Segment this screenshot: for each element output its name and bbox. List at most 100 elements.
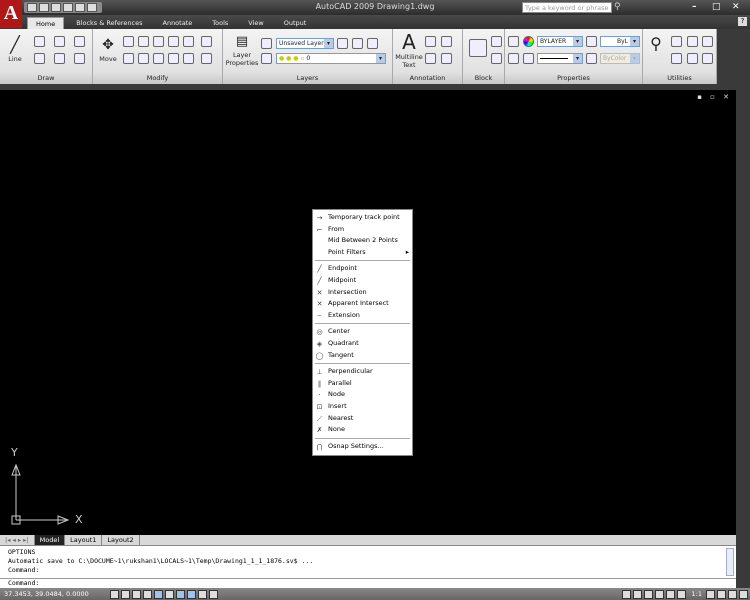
menu-item-extension[interactable]: ┄ Extension [313,310,412,322]
linetype-dropdown[interactable] [537,53,583,64]
undo-icon[interactable] [75,3,85,12]
tab-annotate[interactable]: Annotate [155,17,201,29]
paste-icon[interactable] [671,36,682,47]
cut-icon[interactable] [687,53,698,64]
status-zoom-icon[interactable] [654,589,664,599]
close-icon[interactable]: ✕ [732,2,740,12]
snap-mode-icon[interactable] [110,589,119,599]
scale-icon[interactable] [168,36,179,47]
tab-view[interactable]: View [240,17,271,29]
menu-item-tangent[interactable]: ◯ Tangent [313,350,412,362]
match-properties-icon[interactable] [508,36,519,47]
table-icon[interactable] [425,53,436,64]
steering-wheel-icon[interactable] [665,589,675,599]
menu-item-point-filters[interactable]: Point Filters ▸ [313,247,412,259]
grid-display-icon[interactable] [121,589,130,599]
line-button[interactable]: ╱ Line [4,35,26,63]
search-icon[interactable]: ⚲ [614,2,621,12]
search-input[interactable]: Type a keyword or phrase [522,2,612,13]
select-icon[interactable] [702,53,713,64]
multiline-text-button[interactable]: A Multiline Text [395,31,423,69]
tab-navigation-arrows[interactable]: |◂ ◂ ▸ ▸| [0,535,35,545]
polyline-icon[interactable] [34,36,45,47]
break-icon[interactable] [153,53,164,64]
minimize-icon[interactable]: – [692,2,697,12]
menu-item-endpoint[interactable]: ╱ Endpoint [313,263,412,275]
id-point-icon[interactable] [702,36,713,47]
stretch-icon[interactable] [201,53,212,64]
polar-tracking-icon[interactable] [143,589,152,599]
tab-blocks-references[interactable]: Blocks & References [68,17,150,29]
ellipse-icon[interactable] [54,53,65,64]
menu-item-mid-between-2-points[interactable]: Mid Between 2 Points [313,235,412,247]
menu-item-none[interactable]: ✗ None [313,424,412,436]
dimension-icon[interactable] [441,36,452,47]
tab-home[interactable]: Home [27,17,65,29]
color-dropdown[interactable]: BYLAYER [537,36,583,47]
rotate-icon[interactable] [138,36,149,47]
help-icon[interactable]: ? [738,17,747,26]
menu-item-center[interactable]: ◎ Center [313,326,412,338]
pan-icon[interactable] [643,589,653,599]
hatch-icon[interactable] [74,53,85,64]
layout-tab-model[interactable]: Model [34,535,66,545]
array-icon[interactable] [201,36,212,47]
menu-item-from[interactable]: ⌐ From [313,224,412,236]
maximize-icon[interactable]: □ [712,2,721,12]
layer-previous-icon[interactable] [261,53,272,64]
linetype-icon[interactable] [523,53,534,64]
copy-icon[interactable] [123,36,134,47]
insert-block-icon[interactable] [469,39,487,57]
menu-item-quadrant[interactable]: ◈ Quadrant [313,338,412,350]
print-icon[interactable] [63,3,73,12]
create-block-icon[interactable] [491,36,502,47]
redo-icon[interactable] [87,3,97,12]
tab-output[interactable]: Output [276,17,315,29]
list-icon[interactable] [508,53,519,64]
single-line-text-icon[interactable] [425,36,436,47]
quick-view-layouts-icon[interactable] [632,589,642,599]
viewport-window-controls[interactable]: ▪ ▫ ✕ [697,93,732,101]
lineweight-icon[interactable] [586,36,597,47]
copy-clip-icon[interactable] [671,53,682,64]
zoom-icon[interactable]: ⚲ [646,34,666,54]
rectangle-icon[interactable] [74,36,85,47]
menu-item-osnap-settings[interactable]: ⋂ Osnap Settings... [313,441,412,453]
polygon-icon[interactable] [54,36,65,47]
layer-match-icon[interactable] [337,38,348,49]
color-wheel-icon[interactable] [523,36,534,47]
model-space-icon[interactable] [621,589,631,599]
toolbar-lock-icon[interactable] [728,589,737,599]
layout-tab-layout1[interactable]: Layout1 [65,535,103,545]
clean-screen-icon[interactable] [739,589,748,599]
layer-off-icon[interactable] [367,38,378,49]
menu-item-perpendicular[interactable]: ⊥ Perpendicular [313,366,412,378]
mirror-icon[interactable] [183,36,194,47]
dynamic-input-icon[interactable] [187,589,196,599]
fillet-icon[interactable] [183,53,194,64]
command-input[interactable]: Command: [0,578,736,588]
application-menu-button[interactable]: A [0,0,22,28]
tab-tools[interactable]: Tools [204,17,236,29]
object-snap-icon[interactable] [154,589,163,599]
trim-icon[interactable] [153,36,164,47]
annotation-scale[interactable]: 1:1 [692,590,702,598]
layer-dropdown[interactable]: ● ● ● ▫ 0 [276,53,386,64]
quick-properties-icon[interactable] [209,589,218,599]
edit-block-icon[interactable] [491,53,502,64]
new-icon[interactable] [27,3,37,12]
menu-item-apparent-intersect[interactable]: ✕ Apparent Intersect [313,298,412,310]
menu-item-nearest[interactable]: ⟋ Nearest [313,413,412,425]
layer-state-icon[interactable] [261,38,272,49]
erase-icon[interactable] [123,53,134,64]
move-button[interactable]: ✥ Move [97,35,119,63]
open-icon[interactable] [39,3,49,12]
showmotion-icon[interactable] [676,589,686,599]
layer-isolate-icon[interactable] [352,38,363,49]
leader-icon[interactable] [441,53,452,64]
plotstyle-icon[interactable] [586,53,597,64]
explode-icon[interactable] [138,53,149,64]
quick-calc-icon[interactable] [687,36,698,47]
menu-item-temporary-track-point[interactable]: → Temporary track point [313,212,412,224]
plotstyle-dropdown[interactable]: ByColor [600,53,640,64]
